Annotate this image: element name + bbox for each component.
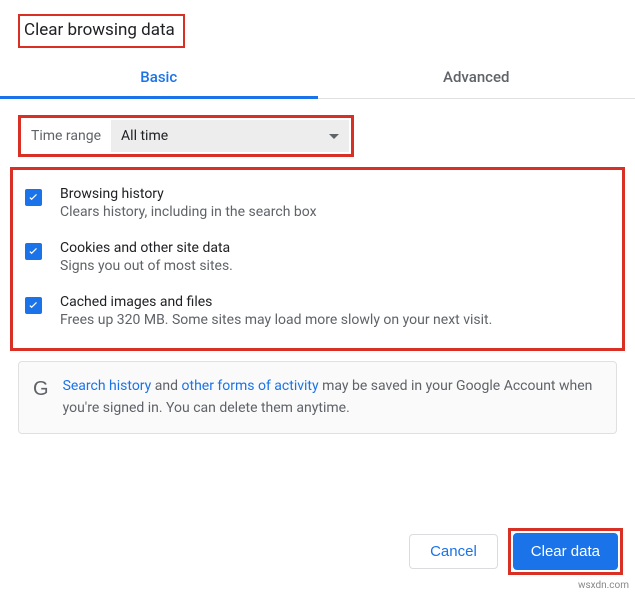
option-browsing-history: Browsing history Clears history, includi… [19,176,616,230]
options-highlight: Browsing history Clears history, includi… [10,167,625,351]
info-text: Search history and other forms of activi… [63,376,602,419]
tab-basic[interactable]: Basic [0,58,318,98]
time-range-label: Time range [23,120,111,152]
option-desc: Clears history, including in the search … [60,204,610,220]
check-icon [26,298,41,313]
option-desc: Frees up 320 MB. Some sites may load mor… [60,312,610,328]
check-icon [26,244,41,259]
watermark: wsxdn.com [578,580,629,591]
option-title: Browsing history [60,186,610,202]
option-cookies: Cookies and other site data Signs you ou… [19,230,616,284]
clear-button-highlight: Clear data [508,528,623,575]
cancel-button[interactable]: Cancel [409,534,498,569]
option-title: Cached images and files [60,294,610,310]
option-desc: Signs you out of most sites. [60,258,610,274]
clear-browsing-data-dialog: Clear browsing data Basic Advanced Time … [0,0,635,434]
checkbox-cookies[interactable] [25,243,42,260]
tabs: Basic Advanced [0,58,635,99]
dialog-actions: Cancel Clear data [409,528,623,575]
google-icon: G [33,378,49,401]
time-range-select[interactable]: All time [111,120,349,152]
clear-data-button[interactable]: Clear data [513,533,618,570]
checkbox-cache[interactable] [25,297,42,314]
option-title: Cookies and other site data [60,240,610,256]
check-icon [26,190,41,205]
tab-advanced[interactable]: Advanced [318,58,635,98]
chevron-down-icon [329,134,339,139]
google-account-info: G Search history and other forms of acti… [18,361,617,434]
time-range-highlight: Time range All time [18,115,354,157]
dialog-title-highlight: Clear browsing data [18,14,185,48]
time-range-value: All time [121,128,329,144]
link-search-history[interactable]: Search history [63,378,152,394]
link-other-activity[interactable]: other forms of activity [182,378,319,394]
option-cache: Cached images and files Frees up 320 MB.… [19,284,616,338]
dialog-title: Clear browsing data [24,20,175,40]
checkbox-browsing-history[interactable] [25,189,42,206]
